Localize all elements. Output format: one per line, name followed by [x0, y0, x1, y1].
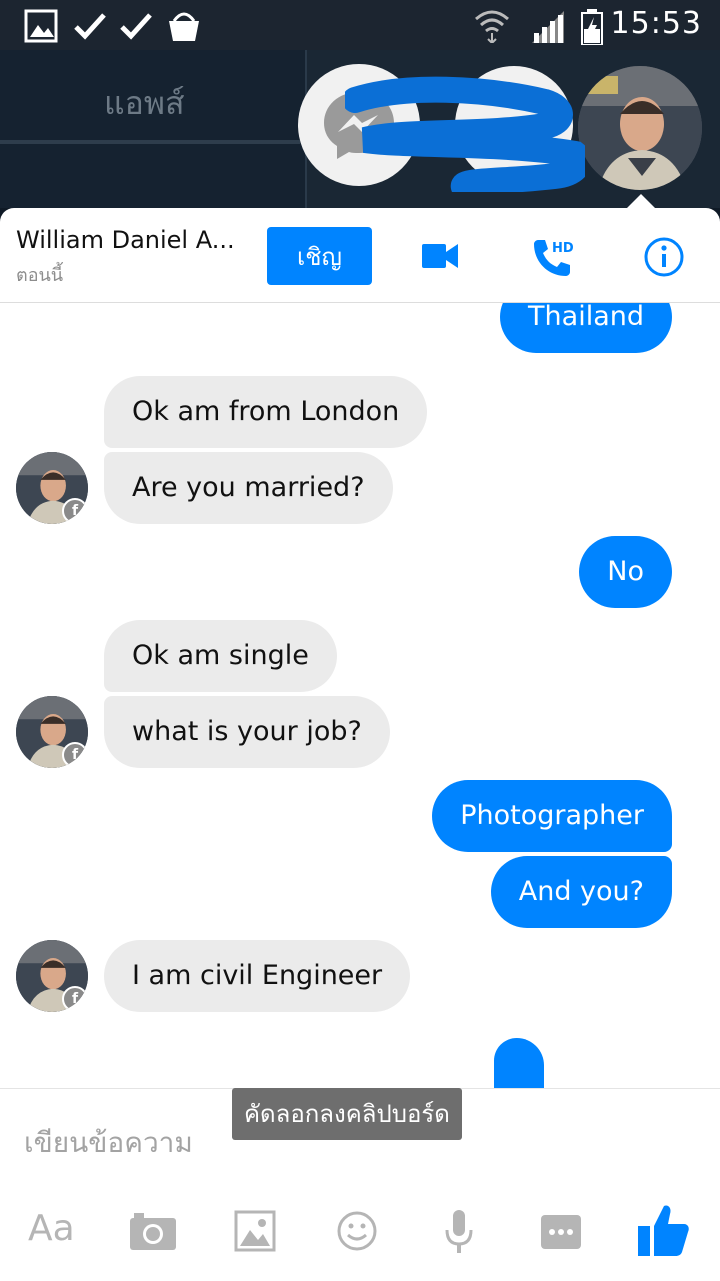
- message-bubble-incoming[interactable]: Are you married?: [104, 452, 393, 524]
- check-icon: [120, 13, 152, 40]
- facebook-badge-icon: f: [62, 742, 88, 768]
- redaction-scribble: [345, 76, 585, 192]
- chat-panel: William Daniel A... ตอนนี้ เชิญ HD Thail…: [0, 208, 720, 1281]
- camera-icon[interactable]: [128, 1212, 178, 1252]
- basket-icon: [169, 12, 199, 41]
- message-input[interactable]: เขียนข้อความ: [24, 1121, 193, 1165]
- message-bubble-outgoing[interactable]: And you?: [490, 856, 672, 928]
- image-icon[interactable]: [234, 1210, 276, 1252]
- status-bar: 15:53: [0, 0, 720, 50]
- invite-button[interactable]: เชิญ: [267, 227, 372, 285]
- message-bubble-incoming[interactable]: what is your job?: [104, 696, 390, 768]
- hd-call-icon[interactable]: HD: [530, 234, 576, 280]
- chathead-pointer: [627, 194, 655, 208]
- contact-avatar[interactable]: f: [16, 696, 88, 768]
- message-bubble-incoming[interactable]: Ok am single: [104, 620, 337, 692]
- contact-avatar[interactable]: f: [16, 940, 88, 1012]
- contact-chathead-avatar[interactable]: [578, 66, 702, 190]
- info-icon[interactable]: [643, 236, 685, 278]
- contact-name[interactable]: William Daniel A...: [16, 226, 235, 254]
- message-bubble-incoming[interactable]: I am civil Engineer: [104, 940, 411, 1012]
- message-bubble-outgoing[interactable]: Photographer: [432, 780, 672, 852]
- gallery-icon: [24, 9, 58, 43]
- invite-button-label: เชิญ: [297, 242, 342, 271]
- contact-avatar[interactable]: f: [16, 452, 88, 524]
- contact-status: ตอนนี้: [16, 265, 64, 286]
- more-icon[interactable]: [540, 1214, 582, 1250]
- video-call-icon[interactable]: [420, 240, 460, 272]
- mic-icon[interactable]: [444, 1208, 474, 1254]
- battery-icon: [581, 9, 603, 45]
- avatar-photo: [578, 66, 702, 190]
- hd-label: HD: [552, 241, 574, 256]
- text-format-button[interactable]: Aa: [28, 1208, 75, 1249]
- clock: 15:53: [610, 6, 702, 41]
- message-list[interactable]: Thailand Ok am from London Are you marri…: [0, 303, 720, 1088]
- like-icon[interactable]: [636, 1202, 690, 1258]
- apps-tab[interactable]: แอพส์: [0, 50, 307, 208]
- apps-tab-divider: [0, 140, 300, 144]
- clipboard-toast: คัดลอกลงคลิปบอร์ด: [232, 1088, 462, 1140]
- sending-like-partial: [494, 1038, 544, 1088]
- message-bubble-outgoing[interactable]: No: [579, 536, 672, 608]
- message-bubble-incoming[interactable]: Ok am from London: [104, 376, 428, 448]
- wifi-icon: [475, 10, 509, 43]
- chat-header: William Daniel A... ตอนนี้ เชิญ HD: [0, 208, 720, 303]
- check-icon: [74, 13, 106, 40]
- facebook-badge-icon: f: [62, 498, 88, 524]
- signal-icon: [532, 11, 564, 43]
- facebook-badge-icon: f: [62, 986, 88, 1012]
- apps-tab-label: แอพส์: [104, 84, 185, 122]
- message-bubble-outgoing[interactable]: Thailand: [500, 303, 672, 353]
- emoji-icon[interactable]: [336, 1210, 378, 1252]
